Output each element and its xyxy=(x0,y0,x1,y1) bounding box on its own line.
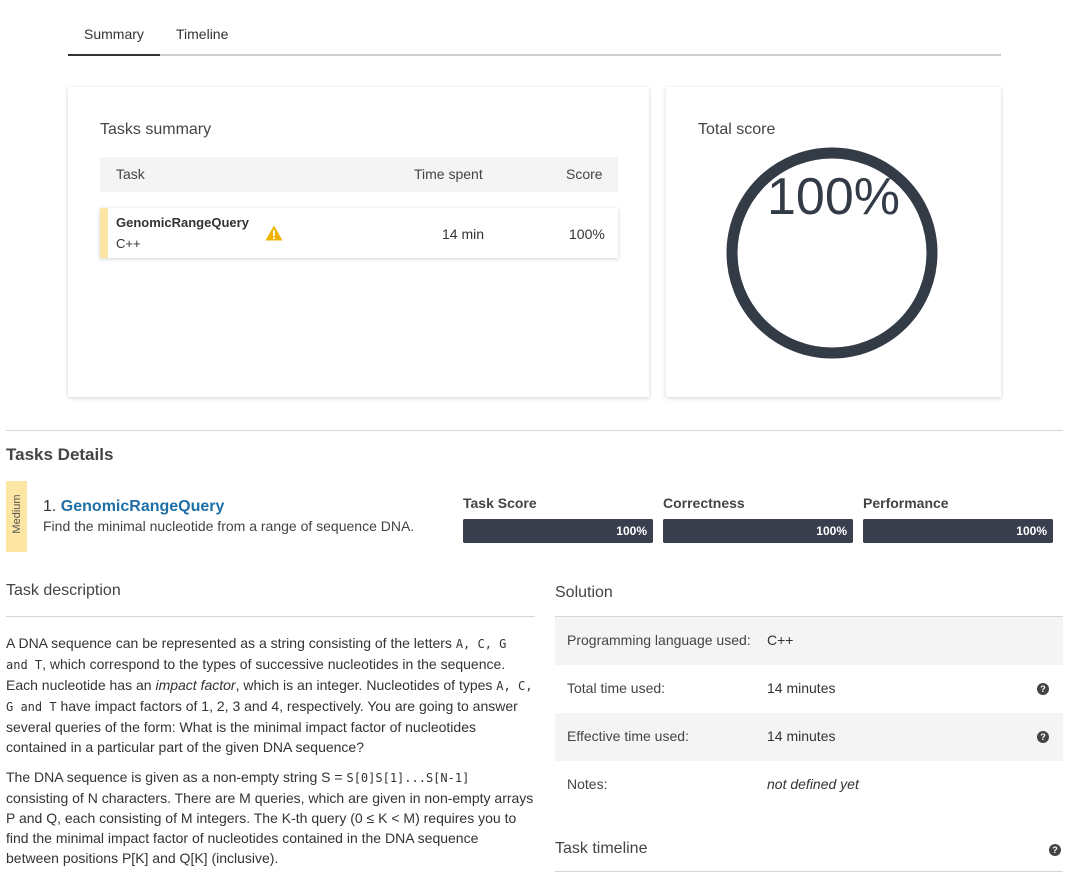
column-header-task: Task xyxy=(116,166,145,182)
text: have impact factors of 1, 2, 3 and 4, re… xyxy=(6,698,518,755)
divider xyxy=(6,616,535,617)
tasks-summary-title: Tasks summary xyxy=(100,121,212,138)
column-header-score: Score xyxy=(566,166,603,182)
task-name: GenomicRangeQuery xyxy=(116,215,249,230)
task-heading: 1. GenomicRangeQuery xyxy=(43,498,224,516)
metric-correctness: Correctness 100% xyxy=(663,495,853,543)
difficulty-label: Medium xyxy=(11,494,23,534)
task-time: 14 min xyxy=(442,226,485,242)
task-row[interactable]: GenomicRangeQuery C++ 14 min 100% xyxy=(100,208,618,258)
solution-value: 14 minutes xyxy=(767,728,836,744)
task-description-body: A DNA sequence can be represented as a s… xyxy=(6,633,535,878)
solution-value: not defined yet xyxy=(767,776,859,792)
task-description-title: Task description xyxy=(6,582,121,599)
description-paragraph: A DNA sequence can be represented as a s… xyxy=(6,633,535,757)
column-header-time: Time spent xyxy=(414,166,483,182)
text: The DNA sequence is given as a non-empty… xyxy=(6,769,347,785)
metric-value: 100% xyxy=(1016,524,1047,538)
difficulty-bar xyxy=(100,208,108,258)
help-icon[interactable]: ? xyxy=(1037,731,1049,743)
emphasis-text: impact factor xyxy=(155,677,236,693)
solution-key: Total time used: xyxy=(567,680,666,696)
solution-row-notes: Notes: not defined yet xyxy=(555,761,1063,809)
progress-bar: 100% xyxy=(863,519,1053,543)
metric-label: Performance xyxy=(863,495,949,511)
total-score-card: Total score 100% xyxy=(666,87,1001,397)
tasks-summary-card: Tasks summary Task Time spent Score Geno… xyxy=(68,87,649,397)
section-divider xyxy=(6,430,1063,431)
solution-value: 14 minutes xyxy=(767,680,836,696)
metric-value: 100% xyxy=(816,524,847,538)
metric-performance: Performance 100% xyxy=(863,495,1053,543)
warning-icon[interactable] xyxy=(265,225,283,241)
score-ring xyxy=(726,147,938,359)
solution-row-effective-time: Effective time used: 14 minutes ? xyxy=(555,713,1063,761)
task-name-link[interactable]: GenomicRangeQuery xyxy=(61,498,225,515)
progress-bar: 100% xyxy=(463,519,653,543)
text: consisting of N characters. There are M … xyxy=(6,790,534,866)
metric-label: Correctness xyxy=(663,495,745,511)
solution-title: Solution xyxy=(555,584,613,601)
description-paragraph: The DNA sequence is given as a non-empty… xyxy=(6,767,535,868)
task-score: 100% xyxy=(569,226,605,242)
score-ring-fill xyxy=(726,147,938,359)
task-number: 1. xyxy=(43,498,57,515)
active-tab-indicator xyxy=(68,54,160,56)
tasks-table-header: Task Time spent Score xyxy=(100,157,618,192)
difficulty-badge: Medium xyxy=(6,481,27,552)
tab-summary[interactable]: Summary xyxy=(84,26,144,42)
metric-label: Task Score xyxy=(463,495,537,511)
text: , which is an integer. Nucleotides of ty… xyxy=(235,677,497,693)
tab-bar: Summary Timeline xyxy=(68,18,1001,56)
help-icon[interactable]: ? xyxy=(1037,683,1049,695)
divider xyxy=(555,871,1063,872)
task-subtitle: Find the minimal nucleotide from a range… xyxy=(43,518,415,534)
solution-row-language: Programming language used: C++ xyxy=(555,617,1063,665)
text: A DNA sequence can be represented as a s… xyxy=(6,635,456,651)
solution-key: Notes: xyxy=(567,776,608,792)
solution-value: C++ xyxy=(767,632,794,648)
task-timeline-title: Task timeline xyxy=(555,840,648,857)
help-icon[interactable]: ? xyxy=(1049,844,1061,856)
total-score-title: Total score xyxy=(698,121,776,138)
code-text: S[0]S[1]...S[N-1] xyxy=(346,771,470,785)
progress-bar: 100% xyxy=(663,519,853,543)
solution-key: Effective time used: xyxy=(567,728,689,744)
tab-timeline[interactable]: Timeline xyxy=(176,26,228,42)
metric-task-score: Task Score 100% xyxy=(463,495,653,543)
metric-value: 100% xyxy=(616,524,647,538)
solution-row-total-time: Total time used: 14 minutes ? xyxy=(555,665,1063,713)
tasks-details-title: Tasks Details xyxy=(6,445,114,464)
solution-key: Programming language used: xyxy=(567,632,751,648)
task-language: C++ xyxy=(116,236,141,251)
